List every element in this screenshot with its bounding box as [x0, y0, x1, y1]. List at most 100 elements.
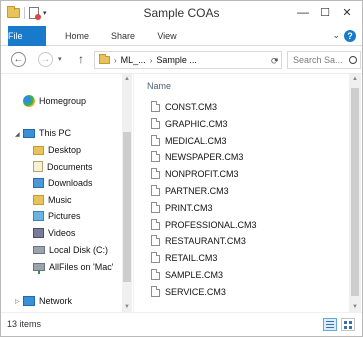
sidebar-item-network[interactable]: Network: [23, 296, 72, 306]
up-button[interactable]: ↑: [78, 52, 84, 66]
sidebar-item-homegroup[interactable]: Homegroup: [23, 95, 86, 107]
refresh-icon[interactable]: ⟳: [271, 56, 279, 67]
file-name: CONST.CM3: [165, 101, 218, 112]
expand-arrow-icon[interactable]: ▷: [15, 298, 20, 305]
explorer-window: ▾ Sample COAs — ☐ ✕ File Home Share View…: [0, 0, 363, 337]
folder-icon: [99, 54, 110, 64]
music-icon: [33, 195, 44, 205]
tab-view[interactable]: View: [151, 26, 183, 46]
details-view-icon: [326, 321, 334, 328]
large-icons-view-button[interactable]: [341, 318, 355, 331]
documents-icon: [33, 161, 43, 172]
file-name: NONPROFIT.CM3: [165, 168, 239, 179]
search-input[interactable]: [293, 55, 349, 65]
search-icon[interactable]: [349, 56, 357, 64]
title-bar: ▾ Sample COAs — ☐ ✕: [1, 1, 362, 26]
file-name: GRAPHIC.CM3: [165, 118, 228, 129]
sidebar-item-label: Desktop: [48, 145, 82, 155]
file-name: RESTAURANT.CM3: [165, 235, 246, 246]
sidebar-item-label: AllFiles on 'Mac': [49, 262, 114, 272]
list-item[interactable]: RESTAURANT.CM3: [151, 235, 246, 246]
hard-drive-icon: [33, 246, 45, 254]
search-box[interactable]: [287, 51, 361, 69]
navigation-bar: ← → ▾ ↑ › ML_... › Sample ... ▾ ⟳: [1, 46, 362, 74]
scrollbar-thumb[interactable]: [123, 132, 131, 282]
status-bar: 13 items: [1, 312, 362, 336]
help-icon[interactable]: ?: [344, 30, 356, 42]
file-icon: [151, 135, 160, 146]
breadcrumb-item[interactable]: ML_...: [121, 55, 146, 65]
chevron-right-icon[interactable]: ›: [150, 56, 153, 65]
file-icon: [151, 118, 160, 129]
scrollbar-thumb[interactable]: [351, 88, 359, 296]
file-name: NEWSPAPER.CM3: [165, 151, 244, 162]
list-item[interactable]: PRINT.CM3: [151, 202, 213, 213]
tab-home[interactable]: Home: [57, 26, 97, 46]
sidebar-item-local-disk[interactable]: Local Disk (C:): [33, 245, 108, 255]
ribbon-expand-icon[interactable]: ⌄: [332, 30, 340, 41]
sidebar-item-label: Homegroup: [39, 96, 87, 106]
scroll-down-icon[interactable]: ▼: [352, 304, 358, 310]
ribbon-tabs: File Home Share View ⌄ ?: [1, 26, 362, 46]
column-header-name[interactable]: Name: [147, 81, 171, 91]
file-list-scrollbar[interactable]: ▲ ▼: [349, 74, 361, 312]
list-item[interactable]: NEWSPAPER.CM3: [151, 151, 243, 162]
sidebar-item-music[interactable]: Music: [33, 195, 72, 205]
file-icon: [151, 235, 160, 246]
scroll-down-icon[interactable]: ▼: [124, 304, 130, 310]
minimize-button[interactable]: —: [292, 3, 314, 21]
videos-icon: [33, 228, 44, 238]
file-name: MEDICAL.CM3: [165, 135, 227, 146]
close-button[interactable]: ✕: [336, 3, 358, 21]
scroll-up-icon[interactable]: ▲: [352, 76, 358, 82]
maximize-button[interactable]: ☐: [314, 3, 336, 21]
file-icon: [151, 101, 160, 112]
expand-arrow-icon[interactable]: ◢: [15, 131, 20, 138]
file-name: RETAIL.CM3: [165, 252, 218, 263]
list-item[interactable]: SAMPLE.CM3: [151, 269, 223, 280]
sidebar-item-pictures[interactable]: Pictures: [33, 211, 81, 221]
file-name: PRINT.CM3: [165, 202, 213, 213]
sidebar-item-videos[interactable]: Videos: [33, 228, 75, 238]
file-icon: [151, 202, 160, 213]
list-item[interactable]: PARTNER.CM3: [151, 185, 229, 196]
list-item[interactable]: SERVICE.CM3: [151, 286, 226, 297]
pane-divider[interactable]: [133, 74, 134, 312]
file-name: PROFESSIONAL.CM3: [165, 219, 257, 230]
list-item[interactable]: RETAIL.CM3: [151, 252, 217, 263]
details-view-button[interactable]: [323, 318, 337, 331]
item-count: 13 items: [7, 319, 42, 329]
sidebar-item-downloads[interactable]: Downloads: [33, 178, 93, 188]
sidebar-item-label: Music: [48, 195, 72, 205]
navigation-pane: Homegroup ◢ This PC Desktop Documents Do…: [1, 74, 133, 312]
homegroup-icon: [23, 95, 35, 107]
list-item[interactable]: NONPROFIT.CM3: [151, 168, 239, 179]
file-icon: [151, 185, 160, 196]
chevron-right-icon[interactable]: ›: [114, 56, 117, 65]
file-icon: [151, 219, 160, 230]
file-icon: [151, 151, 160, 162]
breadcrumb-item[interactable]: Sample ...: [156, 55, 197, 65]
back-button[interactable]: ←: [11, 52, 26, 67]
list-item[interactable]: PROFESSIONAL.CM3: [151, 219, 257, 230]
navigation-pane-scrollbar[interactable]: ▲ ▼: [122, 74, 132, 312]
tab-share[interactable]: Share: [105, 26, 141, 46]
sidebar-item-this-pc[interactable]: This PC: [23, 128, 71, 138]
file-name: SERVICE.CM3: [165, 286, 226, 297]
sidebar-item-allfiles-mac[interactable]: AllFiles on 'Mac': [33, 262, 114, 274]
sidebar-item-label: Pictures: [48, 211, 81, 221]
sidebar-item-label: This PC: [39, 128, 72, 138]
recent-locations-icon[interactable]: ▾: [58, 55, 62, 63]
sidebar-item-desktop[interactable]: Desktop: [33, 145, 81, 155]
forward-button[interactable]: →: [38, 52, 53, 67]
list-item[interactable]: MEDICAL.CM3: [151, 135, 227, 146]
sidebar-item-documents[interactable]: Documents: [33, 161, 93, 172]
list-item[interactable]: GRAPHIC.CM3: [151, 118, 228, 129]
computer-icon: [23, 128, 35, 138]
tab-file[interactable]: File: [8, 26, 46, 46]
sidebar-item-label: Downloads: [48, 178, 93, 188]
scroll-up-icon[interactable]: ▲: [124, 76, 130, 82]
address-bar[interactable]: › ML_... › Sample ... ▾: [94, 51, 282, 69]
list-item[interactable]: CONST.CM3: [151, 101, 217, 112]
file-icon: [151, 286, 160, 297]
